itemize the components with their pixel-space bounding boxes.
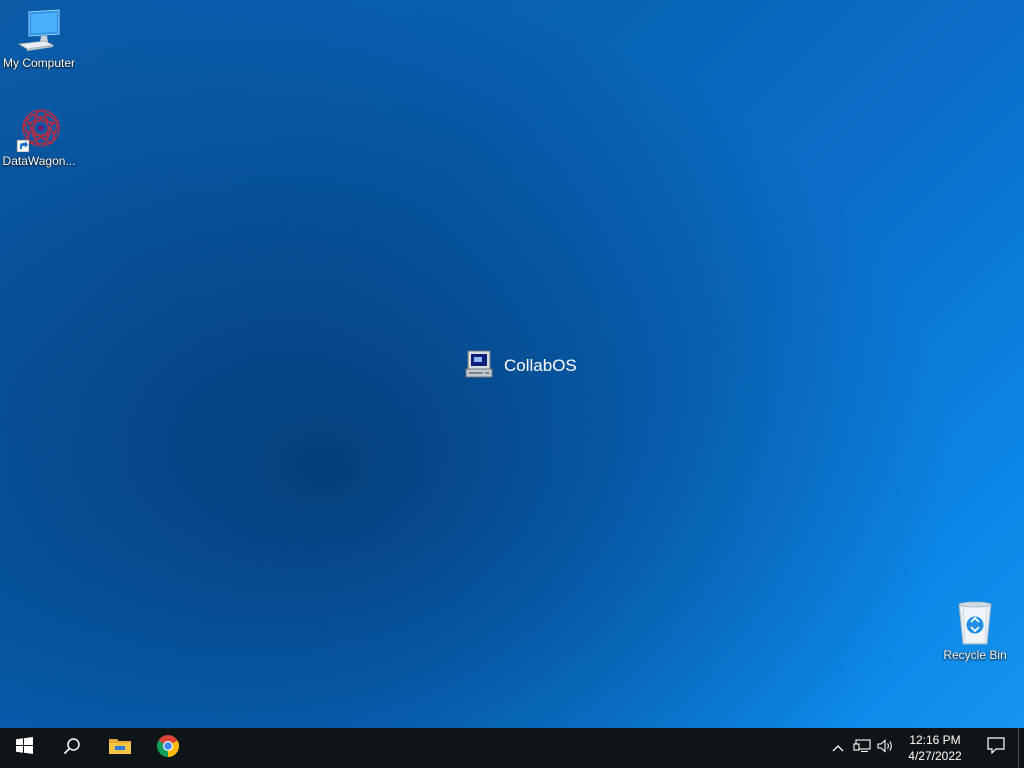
monitor-icon (15, 8, 63, 54)
network-icon (853, 738, 871, 758)
volume-tray-button[interactable] (874, 728, 898, 768)
system-tray: 12:16 PM 4/27/2022 (826, 728, 1024, 768)
collabos-label: CollabOS (504, 356, 577, 375)
show-desktop-button[interactable] (1018, 728, 1024, 768)
recycle-bin-shortcut[interactable]: Recycle Bin (936, 600, 1014, 662)
chrome-taskbar-button[interactable] (144, 728, 192, 768)
taskbar-clock[interactable]: 12:16 PM 4/27/2022 (902, 732, 968, 764)
chevron-up-icon (832, 739, 844, 757)
action-center-icon (987, 737, 1005, 759)
collabos-splash: CollabOS (464, 350, 577, 382)
datawagon-shortcut[interactable]: DataWagon... (0, 106, 78, 168)
desktop[interactable]: My Computer DataWagon... Recycle Bin Col… (0, 0, 1024, 728)
chrome-icon (156, 734, 180, 763)
computer-terminal-icon (464, 349, 494, 384)
clock-date: 4/27/2022 (908, 749, 962, 763)
network-tray-button[interactable] (850, 728, 874, 768)
search-button[interactable] (48, 728, 96, 768)
my-computer-shortcut[interactable]: My Computer (0, 8, 78, 70)
folder-icon (108, 736, 132, 761)
recycle-bin-label: Recycle Bin (943, 648, 1007, 662)
datawagon-label: DataWagon... (2, 154, 76, 168)
clock-time: 12:16 PM (909, 733, 961, 747)
action-center-button[interactable] (974, 728, 1018, 768)
search-icon (63, 737, 81, 760)
start-button[interactable] (0, 728, 48, 768)
volume-icon (877, 738, 895, 758)
my-computer-label: My Computer (2, 56, 76, 70)
show-hidden-icons-button[interactable] (826, 728, 850, 768)
file-explorer-taskbar-button[interactable] (96, 728, 144, 768)
taskbar: 12:16 PM 4/27/2022 (0, 728, 1024, 768)
windows-logo-icon (15, 737, 33, 759)
recycle-bin-icon (951, 600, 999, 646)
datawagon-logo-icon (15, 106, 63, 153)
